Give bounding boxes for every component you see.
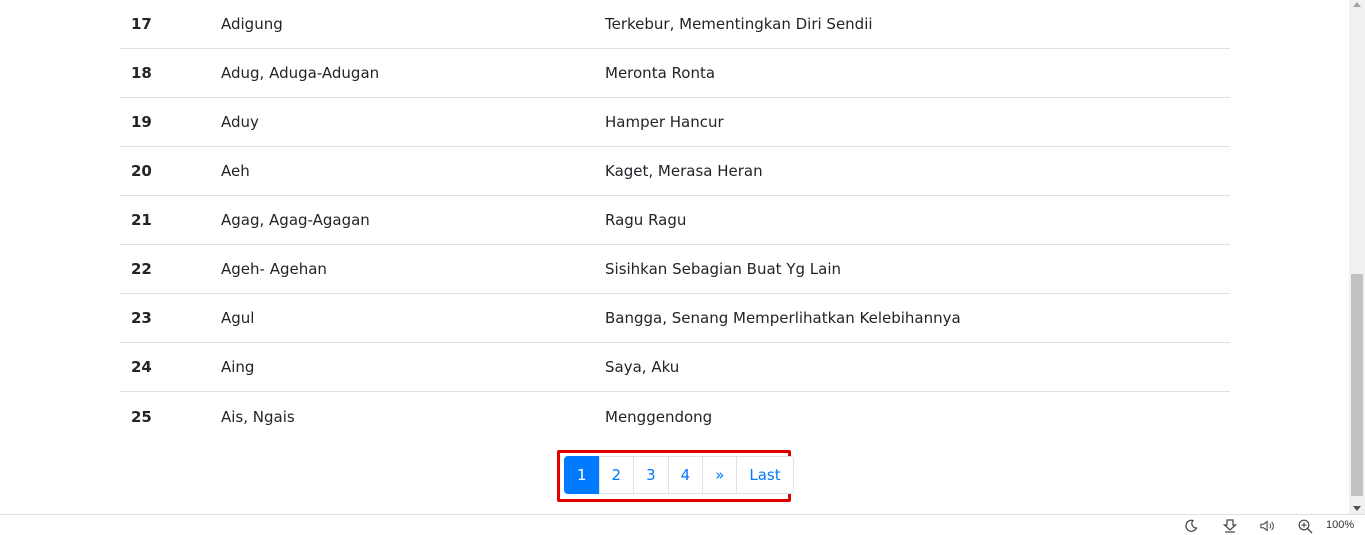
next-page-link[interactable]: » (702, 456, 738, 494)
row-word: Adug, Aduga-Adugan (221, 64, 380, 82)
row-word: Aing (221, 358, 255, 376)
dictionary-table: 17 Adigung Terkebur, Mementingkan Diri Sen… (120, 0, 1230, 441)
table-row: 17 Adigung Terkebur, Mementingkan Diri Sen… (120, 0, 1230, 49)
zoom-level[interactable]: 100% (1326, 519, 1354, 531)
zoom-in-icon[interactable] (1297, 518, 1313, 534)
row-number: 24 (131, 358, 152, 376)
page-link-4[interactable]: 4 (667, 456, 704, 494)
table-row: 19 Aduy Hamper Hancur (120, 98, 1230, 147)
table-row: 25 Ais, Ngais Menggendong (120, 392, 1230, 441)
row-word: Aeh (221, 162, 250, 180)
table-row: 21 Agag, Agag-Agagan Ragu Ragu (120, 196, 1230, 245)
row-number: 20 (131, 162, 152, 180)
row-number: 22 (131, 260, 152, 278)
pagination: 1 2 3 4» Last (564, 456, 794, 494)
table-row: 23 Agul Bangga, Senang Memperlihatkan Kele… (120, 294, 1230, 343)
row-meaning: Ragu Ragu (605, 211, 687, 229)
row-word: Agag, Agag-Agagan (221, 211, 370, 229)
table-row: 24 Aing Saya, Aku (120, 343, 1230, 392)
page-link-2[interactable]: 2 (598, 456, 635, 494)
download-icon[interactable] (1222, 518, 1238, 534)
vertical-scrollbar[interactable] (1349, 0, 1365, 514)
row-word: Ageh- Agehan (221, 260, 327, 278)
speaker-icon[interactable] (1260, 518, 1276, 534)
row-number: 25 (131, 407, 152, 426)
row-word: Aduy (221, 113, 259, 131)
row-meaning: Hamper Hancur (605, 113, 724, 131)
scroll-up-arrow-icon[interactable] (1353, 2, 1361, 7)
row-meaning: Sisihkan Sebagian Buat Yg Lain (605, 260, 842, 278)
row-meaning: Saya, Aku (605, 358, 680, 376)
row-meaning: Meronta Ronta (605, 64, 716, 82)
row-number: 17 (131, 15, 152, 33)
last-page-link[interactable]: Last (736, 456, 794, 494)
row-number: 21 (131, 211, 152, 229)
page-link-3[interactable]: 3 (633, 456, 669, 494)
scroll-down-arrow-icon[interactable] (1353, 506, 1361, 511)
row-meaning: Menggendong (605, 407, 713, 426)
page-viewport: 17 Adigung Terkebur, Mementingkan Diri Sen… (0, 0, 1349, 514)
page-link-1[interactable]: 1 (564, 456, 600, 494)
scrollbar-thumb[interactable] (1351, 274, 1363, 496)
table-row: 18 Adug, Aduga-Adugan Meronta Ronta (120, 49, 1230, 98)
row-meaning: Bangga, Senang Memperlihatkan Kelebihann… (605, 309, 961, 327)
browser-status-bar: 100% (0, 514, 1365, 535)
row-word: Ais, Ngais (221, 407, 295, 426)
moon-icon[interactable] (1183, 518, 1199, 534)
row-number: 18 (131, 64, 152, 82)
row-number: 19 (131, 113, 152, 131)
row-word: Agul (221, 309, 255, 327)
row-number: 23 (131, 309, 152, 327)
table-row: 20 Aeh Kaget, Merasa Heran (120, 147, 1230, 196)
row-word: Adigung (221, 15, 283, 33)
row-meaning: Terkebur, Mementingkan Diri Sendii (605, 15, 873, 33)
table-row: 22 Ageh- Agehan Sisihkan Sebagian Buat Yg … (120, 245, 1230, 294)
row-meaning: Kaget, Merasa Heran (605, 162, 763, 180)
